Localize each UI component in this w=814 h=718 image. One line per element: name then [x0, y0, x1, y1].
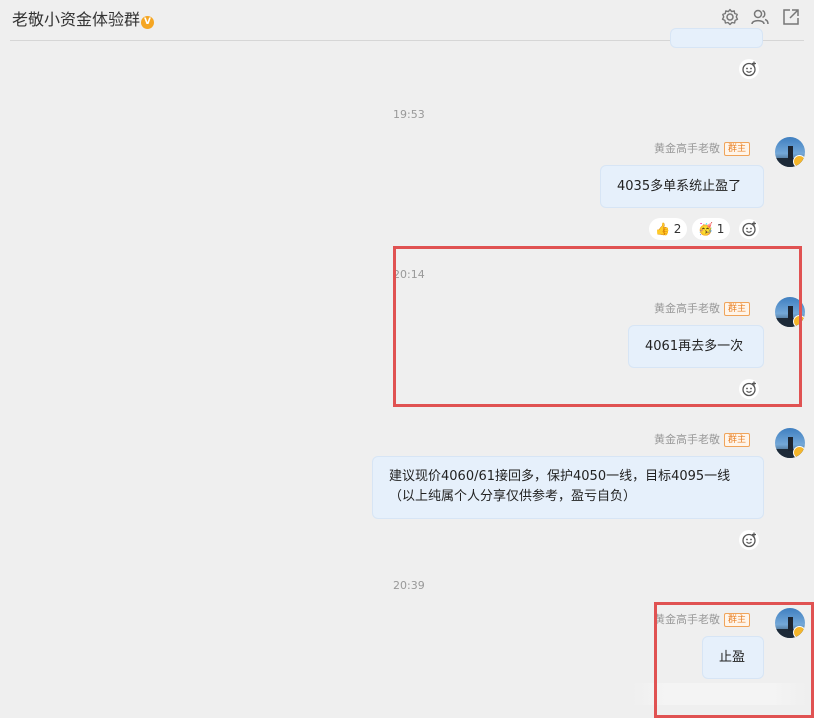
group-members-icon[interactable] [750, 7, 770, 27]
owner-badge: 群主 [724, 433, 751, 447]
sender-label: 黄金高手老敬 [654, 433, 720, 446]
add-reaction-icon[interactable] [738, 218, 760, 240]
thumbs-up-icon: 👍 [655, 222, 670, 236]
group-name: 老敬小资金体验群 [12, 10, 141, 29]
avatar[interactable] [775, 428, 805, 458]
reaction-count: 2 [673, 222, 682, 236]
message-text-line: 建议现价4060/61接回多，保护4050一线，目标4095一线 [389, 469, 731, 484]
message-text-line: （以上纯属个人分享仅供参考，盈亏自负） [389, 489, 637, 504]
share-icon[interactable] [781, 7, 801, 27]
group-title: 老敬小资金体验群 V [12, 6, 155, 30]
timestamp: 19:53 [393, 108, 425, 121]
verified-badge-icon [793, 155, 805, 167]
add-reaction-icon[interactable] [738, 529, 760, 551]
reaction-count: 1 [716, 222, 725, 236]
verified-badge-icon: V [141, 16, 155, 29]
highlight-box [393, 246, 802, 407]
message-text: 4035多单系统止盈了 [617, 179, 742, 194]
message-bubble[interactable]: 建议现价4060/61接回多，保护4050一线，目标4095一线 （以上纯属个人… [372, 456, 764, 519]
sender-label: 黄金高手老敬 [654, 142, 720, 155]
owner-badge: 群主 [724, 142, 751, 156]
highlight-box [654, 602, 814, 718]
gear-icon[interactable] [720, 7, 740, 27]
avatar[interactable] [775, 137, 805, 167]
message-bubble[interactable]: 4035多单系统止盈了 [600, 165, 764, 208]
reaction-thumbs-up[interactable]: 👍 2 [649, 218, 688, 240]
celebrate-icon: 🥳 [698, 222, 713, 236]
sender-name: 黄金高手老敬 群主 [654, 431, 751, 447]
reaction-celebrate[interactable]: 🥳 1 [692, 218, 731, 240]
timestamp: 20:39 [393, 579, 425, 592]
verified-badge-icon [793, 446, 805, 458]
sender-name: 黄金高手老敬 群主 [654, 140, 751, 156]
previous-message-bubble[interactable] [670, 28, 763, 48]
add-reaction-icon[interactable] [738, 58, 760, 80]
